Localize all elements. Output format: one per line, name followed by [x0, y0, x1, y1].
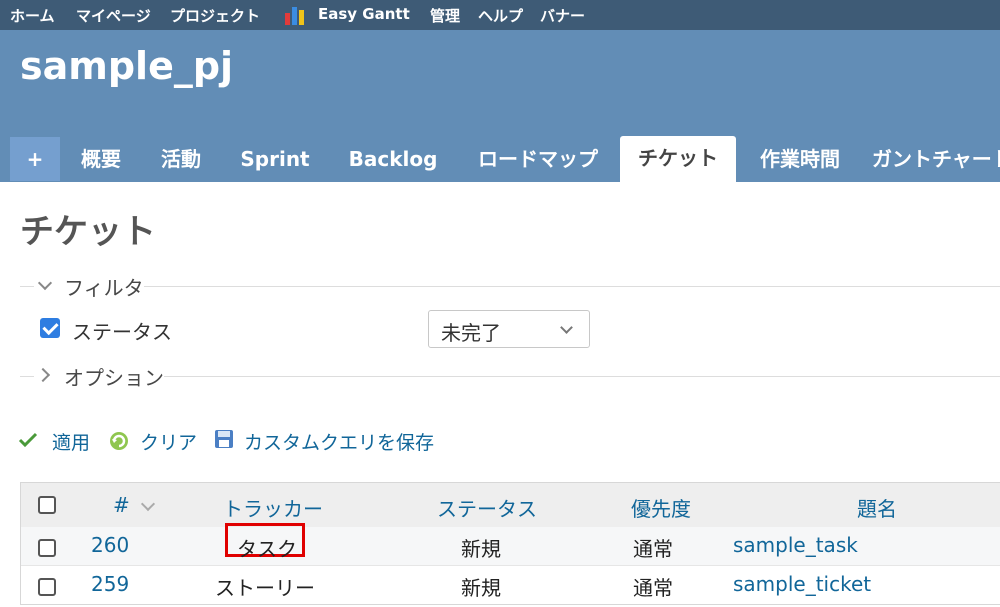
column-header-id[interactable]: # — [113, 493, 130, 517]
tab-backlog[interactable]: Backlog — [338, 137, 448, 181]
filter-legend[interactable]: フィルタ — [64, 272, 144, 301]
bar-chart-icon[interactable] — [284, 5, 306, 25]
table-header-row: # トラッカー ステータス 優先度 題名 — [21, 483, 1000, 527]
sort-desc-icon — [140, 496, 156, 512]
table-row[interactable]: 259 ストーリー 新規 通常 sample_ticket — [21, 565, 1000, 604]
tab-overview[interactable]: 概要 — [68, 137, 134, 181]
menu-help[interactable]: ヘルプ — [478, 5, 523, 26]
project-title: sample_pj — [20, 44, 234, 88]
issue-subject-link[interactable]: sample_ticket — [733, 572, 871, 596]
issues-table: # トラッカー ステータス 優先度 題名 260 タスク 新規 通常 sampl… — [20, 482, 1000, 605]
project-header: sample_pj + 概要 活動 Sprint Backlog ロードマップ … — [0, 30, 1000, 182]
select-all-checkbox[interactable] — [38, 496, 56, 514]
row-checkbox[interactable] — [38, 539, 56, 557]
checkmark-icon — [18, 432, 38, 448]
status-filter-label: ステータス — [72, 320, 172, 344]
tab-activity[interactable]: 活動 — [146, 137, 216, 181]
reload-icon — [110, 432, 128, 450]
save-icon — [215, 430, 233, 448]
issue-priority: 通常 — [633, 576, 673, 600]
issue-status: 新規 — [461, 576, 501, 600]
status-filter-select[interactable]: 未完了 — [428, 310, 590, 348]
issue-id-link[interactable]: 259 — [91, 572, 129, 596]
issue-tracker: タスク — [237, 537, 297, 561]
tab-gantt[interactable]: ガントチャート — [872, 137, 1000, 181]
tab-roadmap[interactable]: ロードマップ — [466, 137, 610, 181]
menu-easy-gantt[interactable]: Easy Gantt — [318, 5, 410, 23]
issue-status: 新規 — [461, 537, 501, 561]
options-fieldset-line-left — [20, 376, 34, 377]
apply-link[interactable]: 適用 — [52, 428, 90, 455]
tab-issues[interactable]: チケット — [620, 136, 736, 182]
column-header-tracker[interactable]: トラッカー — [223, 493, 323, 522]
menu-home[interactable]: ホーム — [10, 5, 55, 26]
row-checkbox[interactable] — [38, 578, 56, 596]
column-header-status[interactable]: ステータス — [437, 493, 537, 522]
top-menu: ホーム マイページ プロジェクト Easy Gantt 管理 ヘルプ バナー — [0, 0, 1000, 30]
issue-subject-link[interactable]: sample_task — [733, 533, 858, 557]
tab-sprint[interactable]: Sprint — [230, 137, 320, 181]
column-header-priority[interactable]: 優先度 — [631, 493, 691, 522]
tab-new[interactable]: + — [10, 137, 60, 181]
issue-id-link[interactable]: 260 — [91, 533, 129, 557]
menu-banner[interactable]: バナー — [540, 5, 585, 26]
menu-admin[interactable]: 管理 — [430, 5, 460, 26]
save-query-link[interactable]: カスタムクエリを保存 — [244, 428, 434, 455]
issue-priority: 通常 — [633, 537, 673, 561]
filter-fieldset-line-right — [144, 286, 1000, 287]
chevron-down-icon[interactable] — [37, 275, 53, 291]
chevron-right-icon[interactable] — [35, 367, 51, 383]
status-filter-checkbox[interactable] — [40, 318, 60, 338]
table-row[interactable]: 260 タスク 新規 通常 sample_task — [21, 523, 1000, 565]
issue-tracker: ストーリー — [215, 576, 315, 600]
filter-fieldset-line-left — [20, 286, 34, 287]
clear-link[interactable]: クリア — [140, 428, 197, 455]
status-filter-value: 未完了 — [441, 321, 501, 345]
page-title: チケット — [20, 212, 156, 252]
tab-time-entries[interactable]: 作業時間 — [748, 137, 852, 181]
options-legend[interactable]: オプション — [64, 362, 164, 391]
menu-projects[interactable]: プロジェクト — [170, 5, 260, 26]
chevron-down-icon — [560, 321, 573, 334]
menu-my-page[interactable]: マイページ — [76, 5, 151, 26]
options-fieldset-line-right — [164, 376, 1000, 377]
column-header-subject[interactable]: 題名 — [857, 493, 897, 522]
